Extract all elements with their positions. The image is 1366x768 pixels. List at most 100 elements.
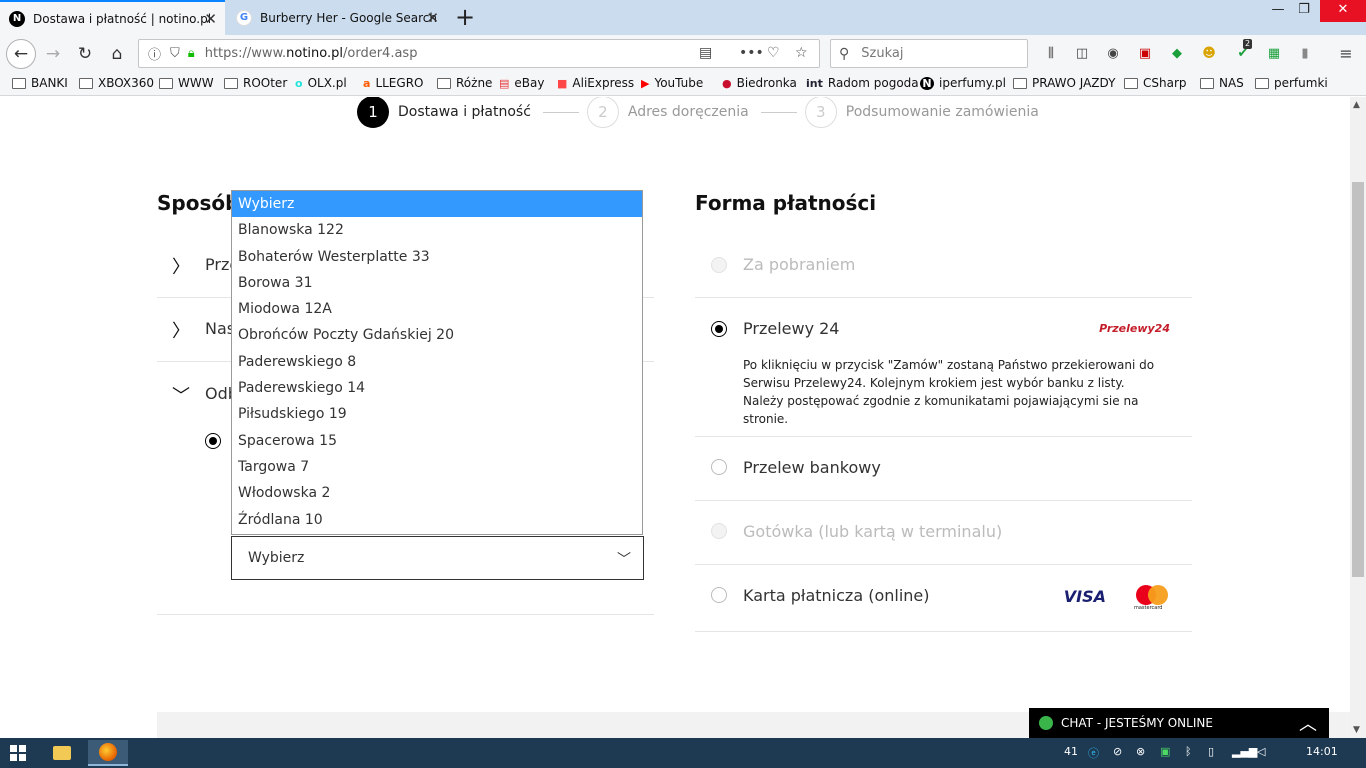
bookmark-link[interactable]: ■ AliExpress <box>557 76 634 90</box>
dropdown-option[interactable]: Paderewskiego 8 <box>232 349 642 375</box>
bookmark-link[interactable]: ● Biedronka <box>722 76 797 90</box>
dropdown-option[interactable]: Blanowska 122 <box>232 217 642 243</box>
pickup-point-radio[interactable] <box>205 433 221 449</box>
home-icon[interactable]: ⌂ <box>104 41 130 67</box>
forward-icon[interactable]: → <box>40 41 66 67</box>
extension-tag-icon[interactable]: ◆ <box>1168 45 1186 63</box>
shield-icon[interactable]: ⛉ <box>170 46 180 61</box>
lock-icon[interactable]: 🔒︎ <box>188 46 195 61</box>
bookmark-link[interactable]: ▶ YouTube <box>641 76 703 90</box>
extension-face-icon[interactable]: ☻ <box>1200 45 1218 63</box>
windows-start-icon[interactable] <box>10 745 26 761</box>
payment-option-bank-transfer[interactable]: Przelew bankowy <box>695 437 1192 501</box>
bookmark-folder[interactable]: XBOX360 <box>79 76 154 90</box>
payment-option-card[interactable]: Karta płatnicza (online) VISA mastercard <box>695 565 1192 632</box>
payment-radio[interactable] <box>711 321 727 337</box>
sidebar-icon[interactable]: ◫ <box>1073 45 1091 63</box>
pocket-icon[interactable]: ♡ <box>767 45 780 61</box>
bookmark-folder[interactable]: perfumki <box>1255 76 1328 90</box>
account-icon[interactable]: ◉ <box>1104 45 1122 63</box>
reader-view-icon[interactable]: ▤ <box>699 45 712 61</box>
back-icon[interactable]: ← <box>6 39 36 69</box>
chat-widget[interactable]: CHAT - JESTEŚMY ONLINE ︿ <box>1029 708 1329 738</box>
payment-option-cash[interactable]: Gotówka (lub kartą w terminalu) <box>695 501 1192 565</box>
info-icon[interactable]: ⓘ <box>148 44 161 63</box>
payment-radio[interactable] <box>711 257 727 273</box>
file-explorer-button[interactable] <box>42 740 82 766</box>
folder-icon <box>1124 77 1138 89</box>
payment-option-przelewy24[interactable]: Przelewy 24 Przelewy24 Po kliknięciu w p… <box>695 298 1192 437</box>
bookmark-link[interactable]: ▤ eBay <box>499 76 544 90</box>
dropdown-option[interactable]: Spacerowa 15 <box>232 428 642 454</box>
tab-google[interactable]: G Burberry Her - Google Search ✕ <box>227 0 447 35</box>
dropdown-option[interactable]: Borowa 31 <box>232 270 642 296</box>
allegro-icon: a <box>363 76 371 90</box>
bookmark-link[interactable]: o OLX.pl <box>295 76 347 90</box>
edge-tray-icon[interactable]: ⓔ <box>1088 745 1099 761</box>
volume-icon[interactable]: ◁ <box>1257 745 1265 758</box>
bookmark-folder[interactable]: CSharp <box>1124 76 1187 90</box>
tab-notino[interactable]: N Dostawa i płatność | notino.pl ✕ <box>0 0 225 35</box>
battery-icon[interactable]: ▯ <box>1208 745 1214 758</box>
scroll-down-icon[interactable]: ▼ <box>1353 725 1360 735</box>
bookmark-link[interactable]: Niperfumy.pl <box>920 76 1006 90</box>
tray-app-icon[interactable]: ⊗ <box>1136 745 1145 758</box>
dropdown-option[interactable]: Obrońców Poczty Gdańskiej 20 <box>232 322 642 348</box>
pickup-point-select[interactable]: Wybierz ﹀ <box>231 536 644 580</box>
address-bar[interactable]: ⓘ ⛉ 🔒︎ https://www.notino.pl/order4.asp … <box>138 39 820 68</box>
scrollbar-thumb[interactable] <box>1352 182 1364 577</box>
dropdown-option[interactable]: Włodowska 2 <box>232 480 642 506</box>
step-label: Adres doręczenia <box>627 104 749 120</box>
dropdown-option[interactable]: Źródlana 10 <box>232 507 642 533</box>
dropdown-option[interactable]: Paderewskiego 14 <box>232 375 642 401</box>
payment-radio[interactable] <box>711 587 727 603</box>
dropdown-option[interactable]: Wybierz <box>232 191 642 218</box>
mastercard-logo: mastercard <box>1134 585 1170 611</box>
close-tab-icon[interactable]: ✕ <box>426 9 439 27</box>
bookmark-link[interactable]: int Radom pogoda <box>806 76 919 90</box>
bookmark-star-icon[interactable]: ☆ <box>795 45 808 61</box>
bookmark-folder[interactable]: PRAWO JAZDY <box>1013 76 1115 90</box>
new-tab-icon[interactable]: + <box>455 3 475 31</box>
more-actions-icon[interactable]: ••• <box>739 45 764 61</box>
dropdown-option[interactable]: Targowa 7 <box>232 454 642 480</box>
payment-option-cod[interactable]: Za pobraniem <box>695 234 1192 298</box>
folder-icon <box>53 746 71 760</box>
scroll-up-icon[interactable]: ▲ <box>1353 100 1360 110</box>
reload-icon[interactable]: ↻ <box>72 41 98 67</box>
bookmark-folder[interactable]: WWW <box>159 76 214 90</box>
url-text[interactable]: https://www.notino.pl/order4.asp <box>205 46 418 61</box>
extension-screen-icon[interactable]: ▦ <box>1265 45 1283 63</box>
bookmark-folder[interactable]: Różne <box>437 76 492 90</box>
extension-icon[interactable]: ▣ <box>1136 45 1154 63</box>
network-icon[interactable]: ▂▄▆ <box>1232 745 1257 758</box>
payment-radio[interactable] <box>711 459 727 475</box>
library-icon[interactable]: ⫼ <box>1042 45 1060 63</box>
bluetooth-icon[interactable]: ᛒ <box>1185 745 1192 758</box>
firefox-taskbar-button[interactable] <box>88 740 128 766</box>
dropdown-option[interactable]: Bohaterów Westerplatte 33 <box>232 244 642 270</box>
clock[interactable]: 14:01 <box>1306 745 1338 758</box>
payment-radio[interactable] <box>711 523 727 539</box>
close-window-icon[interactable]: ✕ <box>1320 0 1366 22</box>
page-scrollbar[interactable]: ▲ ▼ <box>1350 97 1366 738</box>
tray-screen-icon[interactable]: ▣ <box>1160 745 1170 758</box>
bookmark-folder[interactable]: BANKI <box>12 76 68 90</box>
bookmark-link[interactable]: a LLEGRO <box>363 76 423 90</box>
pickup-point-dropdown[interactable]: Wybierz Blanowska 122 Bohaterów Westerpl… <box>231 190 643 535</box>
folder-icon <box>437 77 451 89</box>
search-input[interactable]: ⚲ Szukaj <box>830 39 1028 68</box>
chevron-down-icon: ﹀ <box>617 552 631 568</box>
dropdown-option[interactable]: Piłsudskiego 19 <box>232 401 642 427</box>
extension-check-icon[interactable]: ✔ 2 <box>1234 39 1253 63</box>
tray-app-icon[interactable]: ⊘ <box>1113 745 1122 758</box>
bookmark-folder[interactable]: ROOter <box>224 76 287 90</box>
chevron-up-icon[interactable]: ︿ <box>1299 710 1317 736</box>
menu-icon[interactable]: ≡ <box>1337 45 1355 63</box>
bookmark-folder[interactable]: NAS <box>1200 76 1244 90</box>
payment-option-label: Karta płatnicza (online) <box>743 586 930 605</box>
folder-icon <box>1013 77 1027 89</box>
close-tab-icon[interactable]: ✕ <box>204 10 217 28</box>
dropdown-option[interactable]: Miodowa 12A <box>232 296 642 322</box>
extension-gray-icon[interactable]: ▮ <box>1296 45 1314 63</box>
